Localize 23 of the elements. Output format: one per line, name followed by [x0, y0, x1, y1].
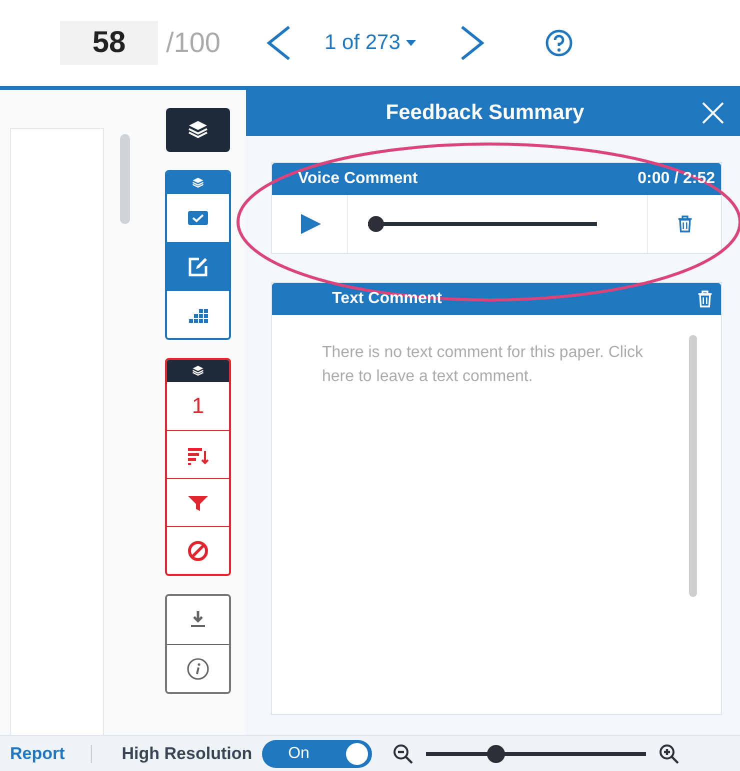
scrollbar[interactable] [689, 335, 697, 597]
layers-icon [191, 364, 205, 378]
caret-icon [406, 40, 416, 46]
page-selector[interactable]: 1 of 273 [324, 31, 416, 55]
ban-icon [186, 538, 210, 562]
layers-icon [191, 176, 205, 190]
score-total: /100 [166, 27, 220, 59]
zoom-in-icon[interactable] [658, 743, 680, 765]
card-title: Voice Comment [298, 170, 419, 188]
info-icon [186, 656, 210, 680]
panel-title: Feedback Summary [384, 101, 586, 125]
scrollbar[interactable] [120, 134, 130, 224]
tool-button[interactable]: 1 [167, 382, 229, 430]
slider-thumb[interactable] [486, 745, 505, 763]
toggle-switch[interactable]: On [262, 740, 372, 768]
toggle-label: High Resolution [122, 744, 252, 764]
help-icon[interactable] [544, 28, 574, 58]
slider-thumb[interactable] [368, 216, 384, 232]
zoom-out-icon[interactable] [392, 743, 414, 765]
score-field[interactable]: 58 [60, 21, 158, 65]
report-link[interactable]: Report [10, 744, 65, 764]
tool-button[interactable] [166, 108, 230, 152]
close-button[interactable] [700, 100, 726, 126]
